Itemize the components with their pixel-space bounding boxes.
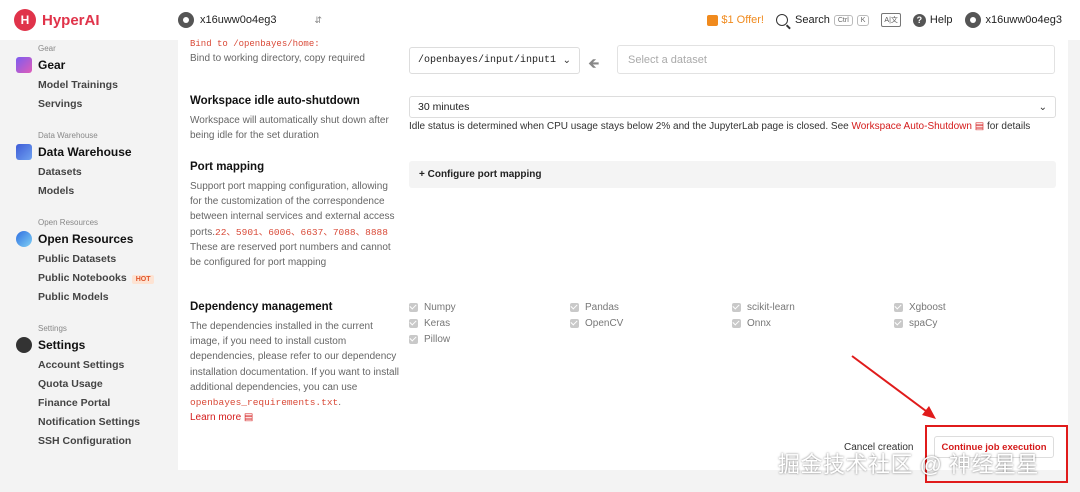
- watermark: 掘金技术社区 @ 神经星星: [778, 452, 1040, 477]
- annotation-arrow-icon: [851, 355, 936, 419]
